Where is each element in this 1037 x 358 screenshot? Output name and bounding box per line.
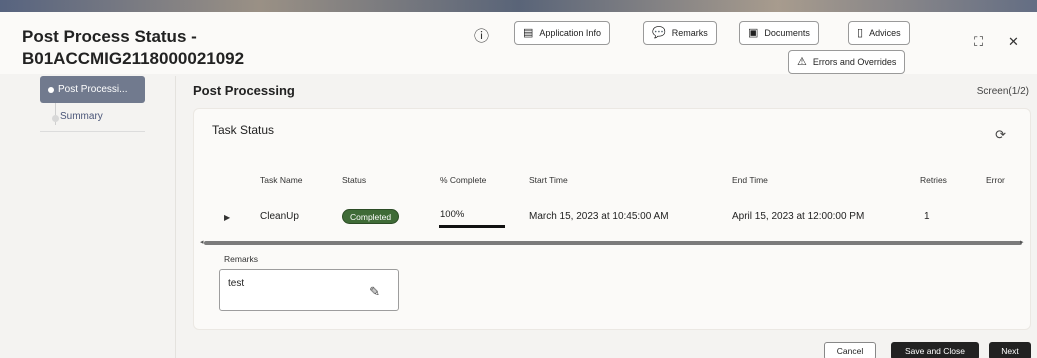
advices-label: Advices <box>869 28 901 38</box>
page-title: Post Process Status - B01ACCMIG211800002… <box>22 26 244 70</box>
edit-document-icon[interactable]: ✎ <box>369 284 380 300</box>
horizontal-scrollbar[interactable] <box>204 241 1022 245</box>
remarks-field-label: Remarks <box>224 254 259 264</box>
scroll-right-icon[interactable]: ▸ <box>1020 238 1024 246</box>
advice-icon: ▯ <box>857 26 864 39</box>
advices-button[interactable]: ▯ Advices <box>848 21 910 45</box>
col-header-retries[interactable]: Retries <box>920 175 947 185</box>
cell-end-time: April 15, 2023 at 12:00:00 PM <box>732 211 865 222</box>
page-title-line2: B01ACCMIG2118000021092 <box>22 49 245 68</box>
col-header-task-name[interactable]: Task Name <box>260 175 303 185</box>
top-banner-strip <box>0 0 1037 12</box>
sidebar-item-post-processing[interactable]: Post Processi... <box>40 76 145 103</box>
scroll-left-icon[interactable]: ◂ <box>200 238 204 246</box>
tree-dot-icon <box>52 115 59 122</box>
task-status-panel: Task Status ⟳ Task Name Status % Complet… <box>193 108 1031 330</box>
col-header-error[interactable]: Error <box>986 175 1005 185</box>
warning-icon: ⚠ <box>797 55 807 68</box>
refresh-icon[interactable]: ⟳ <box>995 127 1006 143</box>
cell-start-time: March 15, 2023 at 10:45:00 AM <box>529 211 669 222</box>
errors-overrides-button[interactable]: ⚠ Errors and Overrides <box>788 50 906 74</box>
cell-retries: 1 <box>924 211 930 222</box>
document-icon: ▣ <box>748 26 759 39</box>
application-info-label: Application Info <box>539 28 601 38</box>
next-button[interactable]: Next <box>989 342 1031 358</box>
documents-label: Documents <box>764 28 810 38</box>
info-icon[interactable]: ⓘ <box>474 25 489 46</box>
sidebar-divider <box>40 131 145 132</box>
sidebar-item-label: Post Processi... <box>58 84 128 95</box>
collapse-icon[interactable]: ⛶ <box>974 34 983 50</box>
col-header-start-time[interactable]: Start Time <box>529 175 568 185</box>
page-title-line1: Post Process Status - <box>22 27 197 46</box>
panel-title: Task Status <box>212 123 275 137</box>
progress-bar <box>439 225 505 228</box>
save-and-close-button[interactable]: Save and Close <box>891 342 979 358</box>
documents-button[interactable]: ▣ Documents <box>739 21 819 45</box>
expand-row-icon[interactable]: ▶ <box>224 213 230 222</box>
cancel-button[interactable]: Cancel <box>824 342 876 358</box>
screen-indicator: Screen(1/2) <box>976 86 1029 97</box>
active-dot-icon <box>48 86 54 93</box>
comment-icon: 💬 <box>652 26 666 39</box>
col-header-status[interactable]: Status <box>342 175 366 185</box>
remarks-textarea[interactable]: test ✎ <box>219 269 399 311</box>
content-divider <box>175 76 176 358</box>
progress-fill <box>439 225 505 228</box>
col-header-end-time[interactable]: End Time <box>732 175 768 185</box>
remarks-button[interactable]: 💬 Remarks <box>643 21 717 45</box>
remarks-value: test <box>228 278 245 289</box>
section-title: Post Processing <box>193 83 295 98</box>
status-badge: Completed <box>342 209 400 224</box>
errors-overrides-label: Errors and Overrides <box>812 57 897 67</box>
remarks-label: Remarks <box>671 28 708 38</box>
cell-task-name: CleanUp <box>260 211 299 222</box>
header: Post Process Status - B01ACCMIG211800002… <box>0 12 1037 74</box>
close-icon[interactable]: ✕ <box>1008 34 1019 50</box>
cell-percent: 100% <box>440 209 465 220</box>
application-info-button[interactable]: ▤ Application Info <box>514 21 610 45</box>
col-header-percent[interactable]: % Complete <box>440 175 486 185</box>
sidebar-item-summary[interactable]: Summary <box>60 111 103 122</box>
book-icon: ▤ <box>523 26 534 39</box>
